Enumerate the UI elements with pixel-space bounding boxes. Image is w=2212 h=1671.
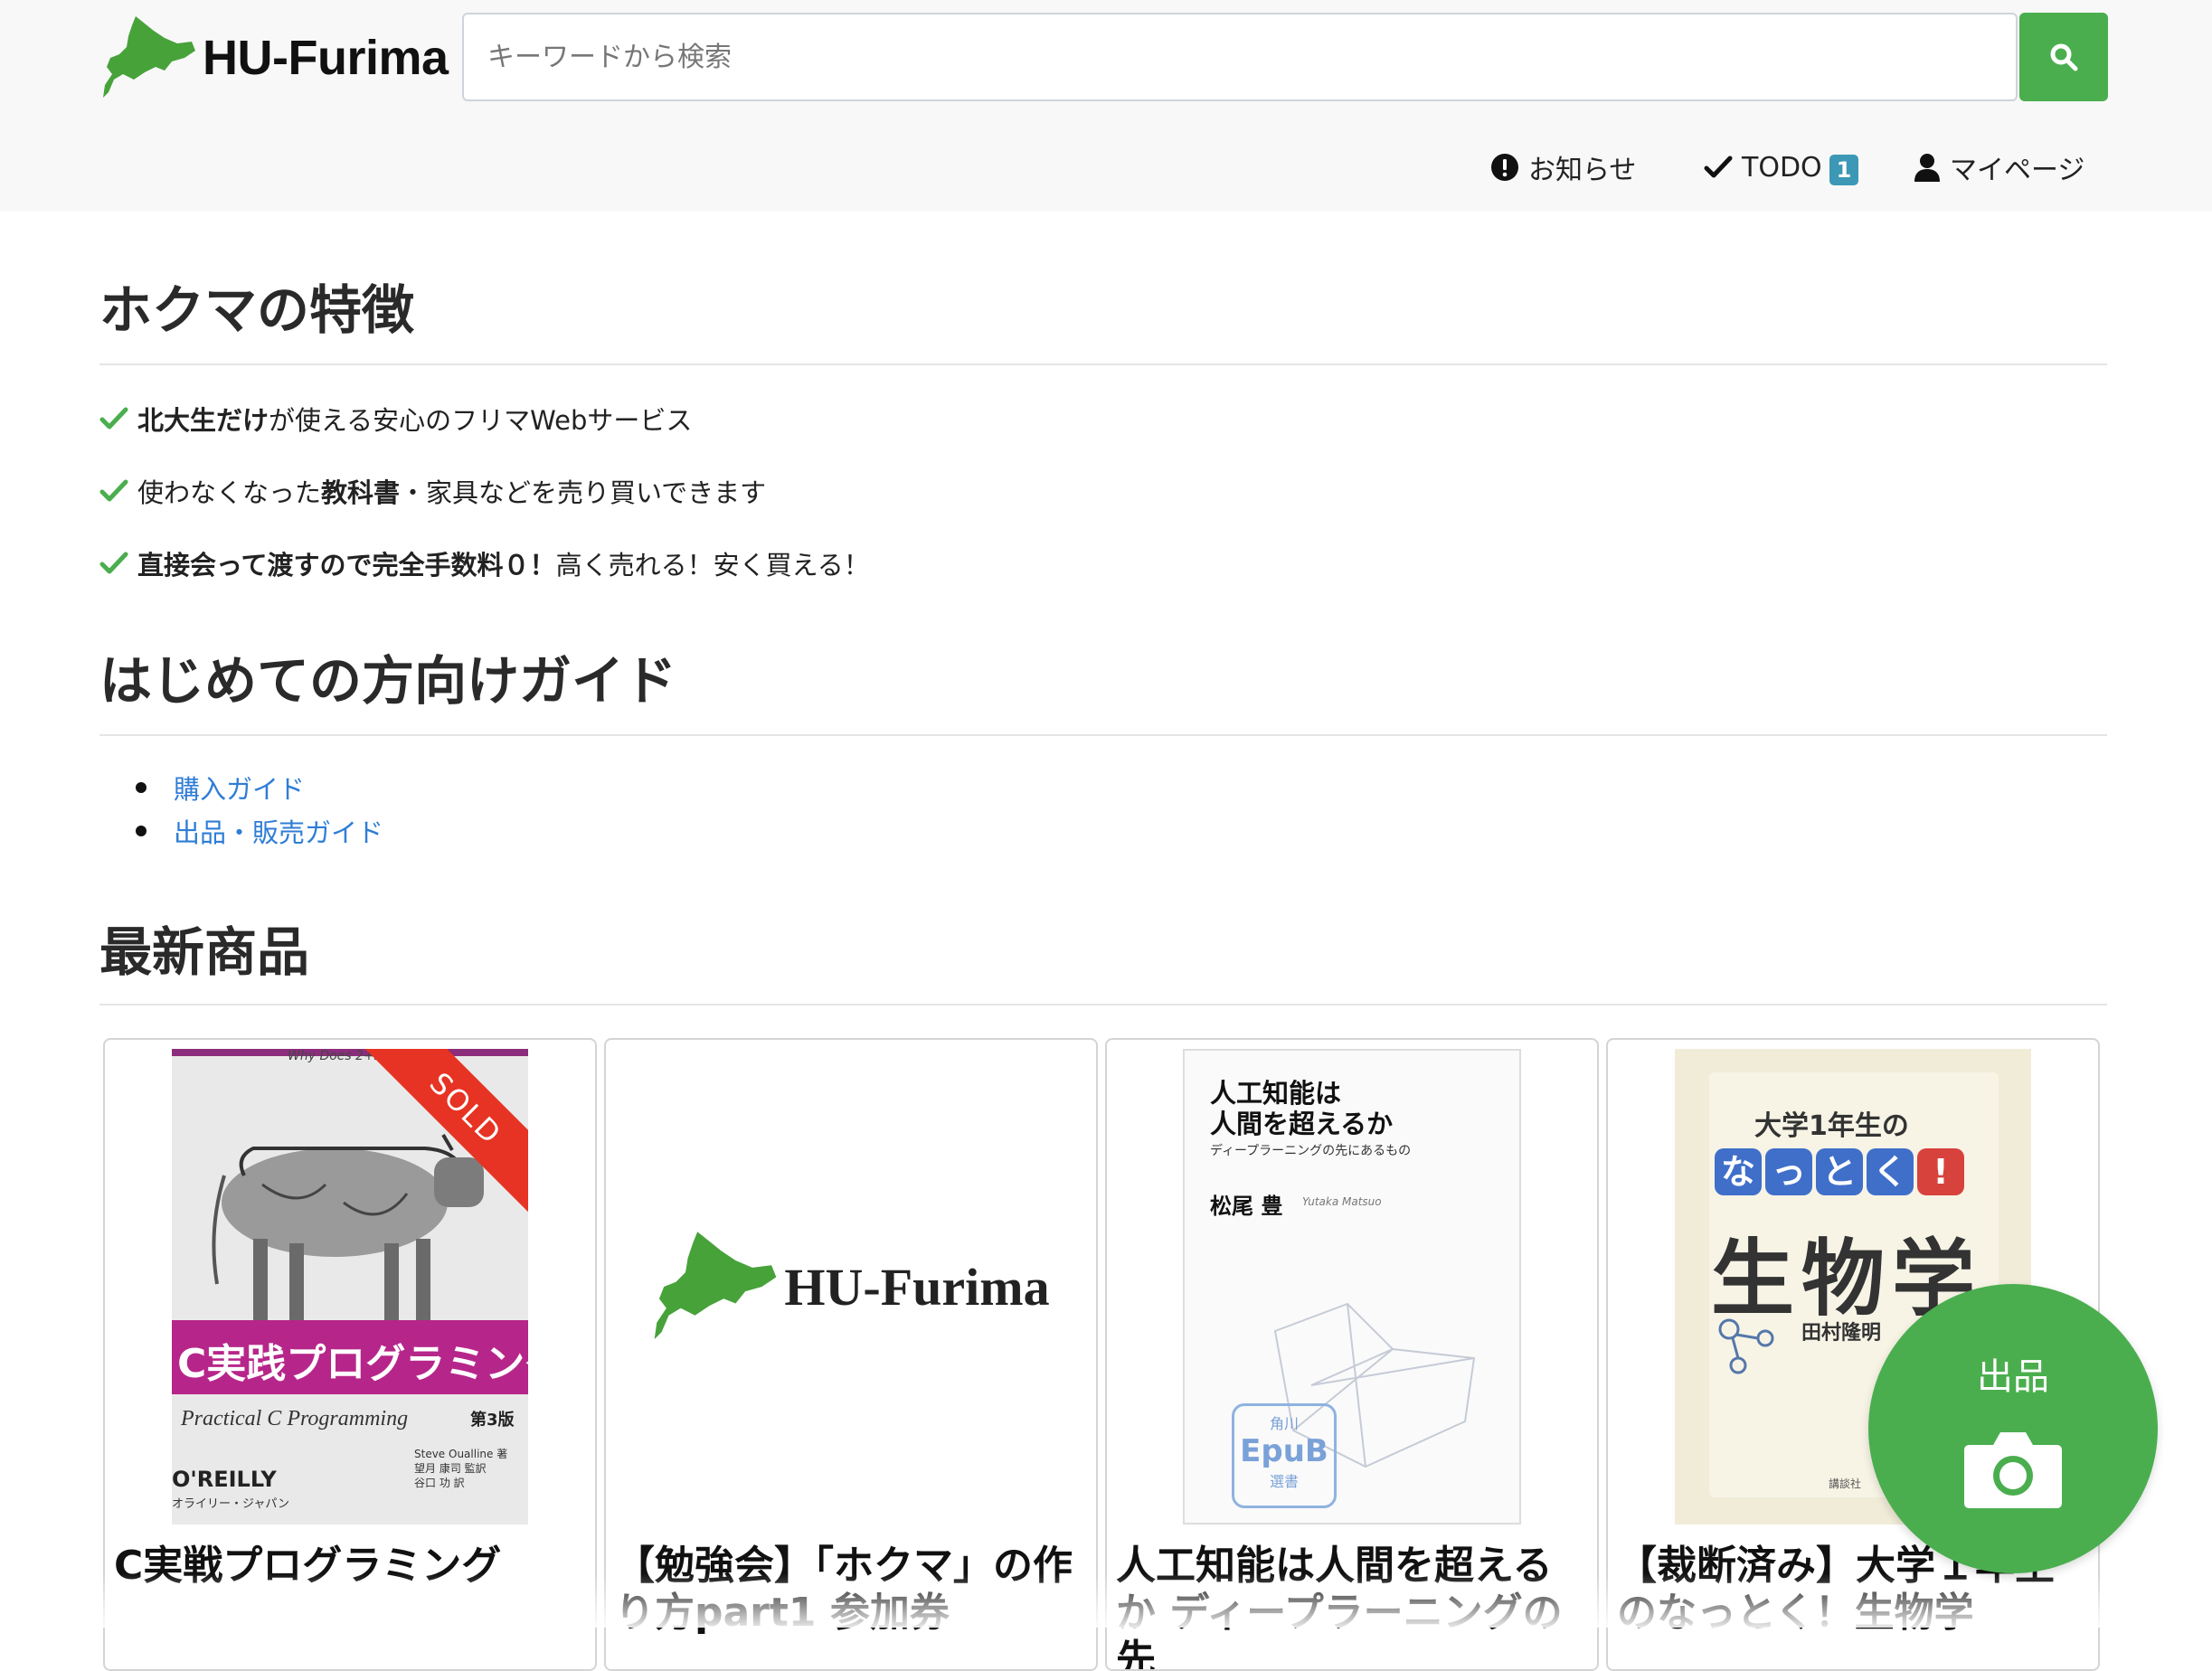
user-icon xyxy=(1914,154,1940,182)
feature-text: ・家具などを売り買いできます xyxy=(400,477,767,508)
nav-mypage[interactable]: マイページ xyxy=(1914,146,2084,188)
feature-highlight: 教科書 xyxy=(321,477,401,508)
feature-item: 使わなくなった 教科書 ・家具などを売り買いできます xyxy=(99,472,766,510)
feature-highlight: 北大生だけ xyxy=(137,405,269,436)
divider xyxy=(99,1004,2107,1005)
brand-name: HU-Furima xyxy=(203,31,449,85)
header: HU-Furima お知らせ TODO 1 マイページ xyxy=(0,0,2212,212)
purchase-guide-link[interactable]: 購入ガイド xyxy=(174,769,305,807)
cover-char: く xyxy=(1867,1148,1914,1195)
check-icon xyxy=(99,552,128,574)
bullet xyxy=(136,782,147,793)
check-icon xyxy=(1704,156,1733,178)
guide-title: はじめての方向けガイド xyxy=(99,650,677,712)
features-title: ホクマの特徴 xyxy=(99,279,415,341)
cover-author: 望月 康司 監訳 xyxy=(414,1462,487,1475)
cover-subtitle: ディープラーニングの先にあるもの xyxy=(1210,1144,1412,1158)
feature-text: 高く売れる！安く買える！ xyxy=(555,550,870,581)
molecule-illustration-icon xyxy=(1718,1318,1774,1374)
feature-text: 使わなくなった xyxy=(137,477,322,508)
divider xyxy=(99,734,2107,736)
cover-author: 松尾 豊 xyxy=(1210,1194,1283,1219)
cover-publisher-jp: オライリー・ジャパン xyxy=(172,1497,290,1511)
nav-todo-label: TODO xyxy=(1742,151,1822,184)
product-image: 人工知能は 人間を超えるか ディープラーニングの先にあるもの 松尾 豊 Yuta… xyxy=(1107,1049,1597,1525)
product-image: HU-Furima xyxy=(606,1049,1096,1525)
epub-label: 角川 EpuB 選書 xyxy=(1232,1403,1337,1508)
cover-author: 田村隆明 xyxy=(1801,1322,1882,1345)
cover-char: と xyxy=(1816,1148,1863,1195)
product-image: Why Does 2+2=5986? C実践プログラミング Practical … xyxy=(105,1049,595,1525)
cover-title: 人工知能は 人間を超えるか xyxy=(1210,1078,1393,1139)
epub-label-text: 角川 xyxy=(1269,1415,1299,1432)
epub-label-text: 選書 xyxy=(1269,1473,1299,1490)
guide-list-item: 出品・販売ガイド xyxy=(136,812,383,850)
product-card[interactable]: 人工知能は 人間を超えるか ディープラーニングの先にあるもの 松尾 豊 Yuta… xyxy=(1105,1038,1599,1671)
cover-title-line: 人工知能は xyxy=(1210,1078,1342,1109)
search-input[interactable] xyxy=(462,13,2018,101)
cover-subtitle: Practical C Programming xyxy=(181,1407,409,1430)
check-icon xyxy=(99,407,128,430)
cover-edition: 第3版 xyxy=(470,1411,515,1430)
feature-item: 北大生だけ が使える安心のフリマWebサービス xyxy=(99,400,692,438)
nav-todo[interactable]: TODO 1 xyxy=(1704,146,1859,188)
book-cover: Why Does 2+2=5986? C実践プログラミング Practical … xyxy=(172,1049,528,1525)
cover-author: Steve Oualline 著 xyxy=(414,1448,508,1460)
cover-subtitle: 大学1年生の xyxy=(1754,1110,1909,1142)
check-icon xyxy=(99,479,128,502)
brand-logo[interactable]: HU-Furima xyxy=(101,14,449,101)
hokkaido-logo-icon xyxy=(655,1232,777,1340)
cover-char: っ xyxy=(1765,1148,1812,1195)
cover-title: C実践プログラミング xyxy=(177,1341,528,1387)
selling-guide-link[interactable]: 出品・販売ガイド xyxy=(174,812,383,850)
cover-highlight-row: な っ と く ! xyxy=(1715,1148,1964,1195)
bullet xyxy=(136,826,147,836)
cover-publisher: 講談社 xyxy=(1829,1477,1862,1490)
cover-title-band: C実践プログラミング xyxy=(172,1320,528,1394)
camera-icon xyxy=(1964,1432,2062,1508)
feature-text: が使える安心のフリマWebサービス xyxy=(269,405,693,436)
search-button[interactable] xyxy=(2019,13,2108,101)
nav-mypage-label: マイページ xyxy=(1950,155,2085,186)
product-card[interactable]: HU-Furima 【勉強会】「ホクマ」の作り方part1 参加券 xyxy=(604,1038,1098,1671)
logo-image: HU-Furima xyxy=(613,1049,1089,1525)
product-title: C実戦プログラミング xyxy=(114,1543,502,1589)
feature-item: 直接会って渡すので完全手数料０！ 高く売れる！安く買える！ xyxy=(99,544,870,582)
search-icon xyxy=(2050,43,2078,71)
nav-news-label: お知らせ xyxy=(1528,155,1637,186)
cover-authors: Steve Oualline 著 望月 康司 監訳 谷口 功 訳 xyxy=(414,1447,507,1490)
cover-author-en: Yutaka Matsuo xyxy=(1302,1195,1382,1208)
guide-list-item: 購入ガイド xyxy=(136,769,305,807)
hokkaido-logo-icon xyxy=(103,16,195,98)
epub-label-text: EpuB xyxy=(1240,1433,1328,1469)
book-cover: 人工知能は 人間を超えるか ディープラーニングの先にあるもの 松尾 豊 Yuta… xyxy=(1183,1049,1521,1525)
todo-count-badge: 1 xyxy=(1829,155,1859,185)
divider xyxy=(99,363,2107,365)
products-title: 最新商品 xyxy=(99,921,310,983)
cover-publisher: O'REILLY xyxy=(172,1467,277,1492)
logo-image-text: HU-Furima xyxy=(784,1257,1050,1317)
product-title: 人工知能は人間を超えるか ディープラーニングの先 xyxy=(1116,1543,1563,1671)
cover-author: 谷口 功 訳 xyxy=(414,1477,465,1489)
nav-news[interactable]: お知らせ xyxy=(1490,146,1636,188)
exclamation-circle-icon xyxy=(1491,154,1518,181)
cover-char: ! xyxy=(1917,1148,1964,1195)
product-card[interactable]: Why Does 2+2=5986? C実践プログラミング Practical … xyxy=(103,1038,597,1671)
sell-fab-button[interactable]: 出品 xyxy=(1868,1284,2158,1573)
product-title: 【勉強会】「ホクマ」の作り方part1 参加券 xyxy=(615,1543,1073,1636)
cover-char: な xyxy=(1715,1148,1762,1195)
sell-fab-label: 出品 xyxy=(1977,1356,2049,1398)
feature-highlight: 直接会って渡すので完全手数料０！ xyxy=(137,550,556,581)
cover-title-line: 人間を超えるか xyxy=(1210,1109,1394,1139)
